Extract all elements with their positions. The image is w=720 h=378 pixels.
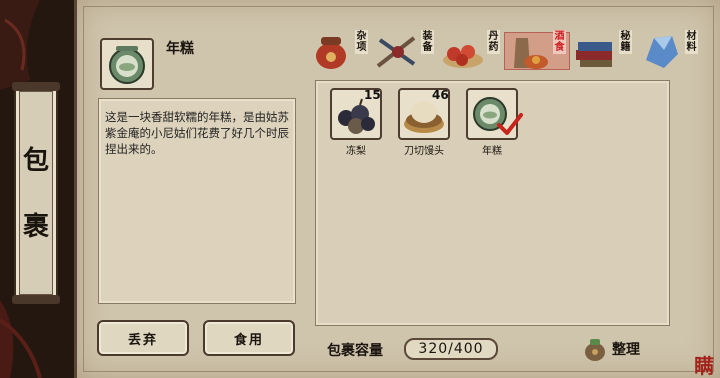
eat-button[interactable]: 食用 — [203, 320, 295, 356]
tab-food[interactable]: 酒食 — [504, 30, 570, 72]
tab-misc-label: 杂项 — [355, 30, 368, 54]
scroll-char-2: 裹 — [22, 212, 49, 242]
tab-manuals-label: 秘籍 — [619, 30, 632, 54]
item-label-rice-cake: 年糕 — [482, 146, 502, 157]
wine-food-icon — [514, 38, 548, 69]
tab-materials[interactable]: 材料 — [638, 30, 700, 72]
crystal-icon — [646, 36, 678, 68]
bag-scroll-tab[interactable]: 包 裹 — [12, 82, 60, 304]
pills-icon — [443, 45, 483, 68]
tab-equipment-label: 装备 — [421, 30, 434, 54]
tab-misc[interactable]: 杂项 — [308, 30, 370, 72]
scroll-rod-top — [12, 82, 60, 91]
sort-label: 整理 — [612, 342, 640, 358]
item-count-steamed-bun: 46 — [432, 88, 449, 102]
selected-check-icon — [497, 113, 523, 135]
capacity-label: 包裹容量 — [327, 343, 383, 359]
tab-pills[interactable]: 丹药 — [440, 30, 502, 72]
inventory-screen: 包 裹 年糕 杂项 装备 丹药 酒食 秘籍 材料 这是一块香甜软糯的年糕，是由姑… — [0, 0, 720, 378]
pot-icon — [316, 37, 346, 69]
tab-food-label: 酒食 — [553, 30, 566, 54]
rice-cake-icon — [109, 46, 145, 84]
books-icon — [576, 42, 612, 67]
capacity-value: 320/400 — [404, 338, 498, 360]
item-count-frozen-pear: 15 — [364, 88, 381, 102]
item-label-frozen-pear: 冻梨 — [346, 146, 366, 157]
sort-button[interactable]: 整理 — [582, 334, 656, 364]
discard-button[interactable]: 丢弃 — [97, 320, 189, 356]
item-description: 这是一块香甜软糯的年糕，是由姑苏紫金庵的小尼姑们花费了好几个时辰捏出来的。 — [105, 110, 289, 156]
item-label-steamed-bun: 刀切馒头 — [404, 146, 444, 157]
item-description-box: 这是一块香甜软糯的年糕，是由姑苏紫金庵的小尼姑们花费了好几个时辰捏出来的。 — [98, 98, 296, 304]
weapons-icon — [376, 36, 416, 68]
tab-equipment[interactable]: 装备 — [374, 30, 436, 72]
corner-seal: 瞒 — [694, 354, 714, 378]
scroll-rod-bottom — [12, 295, 60, 304]
scroll-char-1: 包 — [22, 146, 49, 176]
selected-item-icon-frame — [100, 38, 154, 90]
bag-icon — [585, 339, 605, 361]
tab-materials-label: 材料 — [685, 30, 698, 54]
tab-pills-label: 丹药 — [487, 30, 500, 54]
tab-manuals[interactable]: 秘籍 — [572, 30, 634, 72]
selected-item-name: 年糕 — [166, 41, 194, 57]
